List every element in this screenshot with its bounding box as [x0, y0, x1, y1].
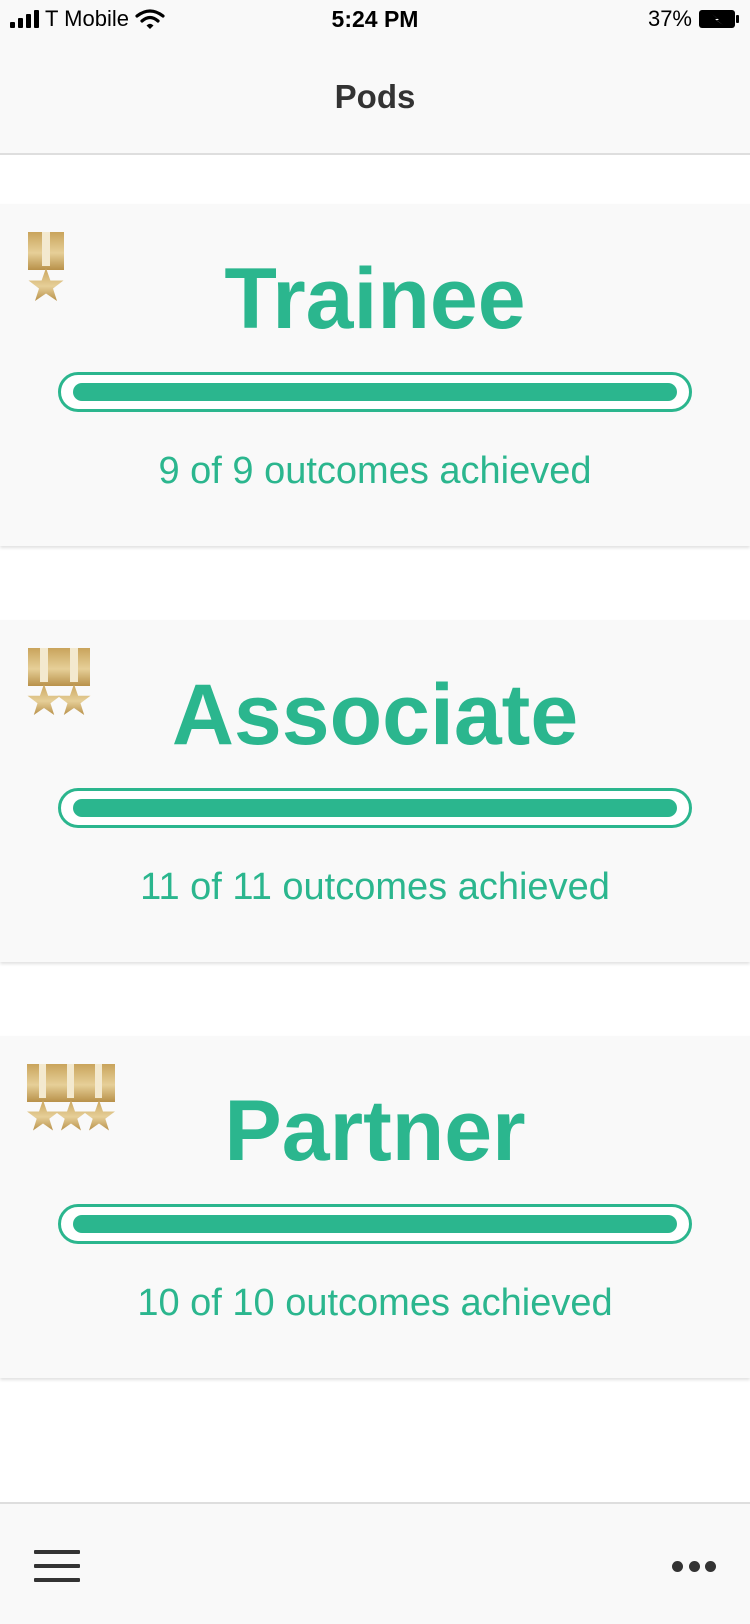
pod-title: Partner [224, 1083, 526, 1179]
outcomes-summary: 10 of 10 outcomes achieved [137, 1282, 613, 1324]
outcomes-progress-bar [58, 788, 692, 828]
outcomes-summary: 9 of 9 outcomes achieved [158, 450, 592, 492]
more-options-icon[interactable] [672, 1558, 716, 1574]
status-time: 5:24 PM [331, 6, 419, 32]
pod-title: Trainee [224, 251, 526, 347]
outcomes-progress-bar [58, 372, 692, 412]
navigation-bar: Pods [0, 40, 750, 155]
pod-card-partner[interactable]: Partner 10 of 10 outcomes achieved [0, 1036, 750, 1378]
outcomes-progress-bar [58, 1204, 692, 1244]
pod-card-associate[interactable]: Associate 11 of 11 outcomes achieved [0, 620, 750, 962]
progress-fill [73, 1215, 677, 1233]
hamburger-menu-icon[interactable] [34, 1550, 82, 1584]
pod-card-trainee[interactable]: Trainee 9 of 9 outcomes achieved [0, 204, 750, 546]
battery-charging-icon [699, 10, 739, 28]
status-right: 37% [648, 6, 740, 32]
progress-fill [73, 799, 677, 817]
battery-percent: 37% [647, 6, 692, 31]
pod-title: Associate [171, 667, 579, 763]
page-title: Pods [334, 78, 416, 115]
bottom-toolbar [0, 1502, 750, 1624]
progress-fill [73, 383, 677, 401]
outcomes-summary: 11 of 11 outcomes achieved [140, 866, 610, 908]
status-bar: T Mobile 5:24 PM 37% [0, 0, 750, 40]
